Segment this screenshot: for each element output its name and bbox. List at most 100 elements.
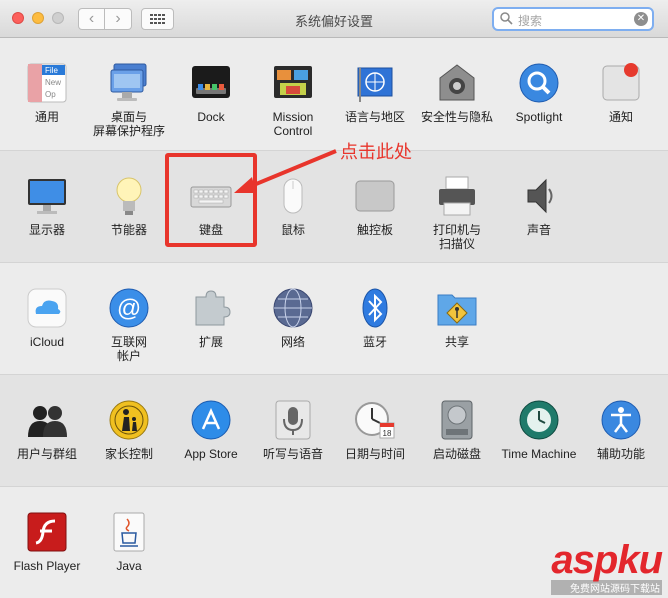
sound-icon <box>518 175 560 217</box>
pref-label: 日期与时间 <box>344 447 405 461</box>
pref-label: 桌面与 屏幕保护程序 <box>92 110 165 138</box>
pref-label: 用户与群组 <box>16 447 77 461</box>
pref-label: App Store <box>184 447 238 461</box>
pref-dictation-speech[interactable]: 听写与语音 <box>252 399 334 461</box>
pref-label: Flash Player <box>13 559 81 573</box>
pref-accessibility[interactable]: 辅助功能 <box>580 399 662 461</box>
dictation-speech-icon <box>272 399 314 441</box>
general-icon-new: New <box>45 78 61 87</box>
pref-label: 共享 <box>444 335 469 349</box>
pref-label: Spotlight <box>515 110 563 124</box>
printers-scanners-icon <box>436 175 478 217</box>
pref-label: 互联网 帐户 <box>110 335 147 363</box>
pref-label: 扩展 <box>198 335 223 349</box>
pref-sharing[interactable]: 共享 <box>416 287 498 349</box>
pref-label: 网络 <box>280 335 305 349</box>
pref-label: 语言与地区 <box>344 110 405 124</box>
title-bar: ‹ › 系统偏好设置 搜索 ✕ <box>0 0 668 38</box>
pref-app-store[interactable]: App Store <box>170 399 252 461</box>
general-icon-open: Op <box>45 90 56 99</box>
pref-label: 家长控制 <box>104 447 153 461</box>
pref-parental-controls[interactable]: 家长控制 <box>88 399 170 461</box>
section-system: 用户与群组 家长控制 App Store 听写与语音 18 日期与时间 启动磁盘… <box>0 374 668 486</box>
pref-label: 通用 <box>34 110 59 124</box>
search-icon <box>500 12 513 25</box>
security-privacy-icon <box>436 62 478 104</box>
startup-disk-icon <box>436 399 478 441</box>
pref-spotlight[interactable]: Spotlight <box>498 62 580 124</box>
calendar-day: 18 <box>383 429 392 438</box>
icloud-icon <box>26 287 68 329</box>
pref-label: Java <box>116 559 142 573</box>
pref-internet-accounts[interactable]: @ 互联网 帐户 <box>88 287 170 363</box>
pref-mission-control[interactable]: Mission Control <box>252 62 334 138</box>
watermark-main: aspku <box>551 538 663 582</box>
flash-player-icon <box>26 511 68 553</box>
extensions-icon <box>190 287 232 329</box>
section-personal: File New Op 通用 桌面与 屏幕保护程序 Dock Mission C… <box>0 38 668 150</box>
pref-label: 启动磁盘 <box>432 447 481 461</box>
network-icon <box>272 287 314 329</box>
energy-saver-icon <box>108 175 150 217</box>
pref-label: iCloud <box>29 335 65 349</box>
pref-time-machine[interactable]: Time Machine <box>498 399 580 461</box>
notifications-icon <box>600 62 642 104</box>
pref-language-region[interactable]: 语言与地区 <box>334 62 416 124</box>
clear-search-icon[interactable]: ✕ <box>634 12 648 26</box>
pref-label: Time Machine <box>501 447 577 461</box>
pref-label: Dock <box>197 110 225 124</box>
parental-controls-icon <box>108 399 150 441</box>
pref-dock[interactable]: Dock <box>170 62 252 124</box>
pref-general[interactable]: File New Op 通用 <box>6 62 88 124</box>
pref-label: 声音 <box>526 223 551 237</box>
date-time-icon: 18 <box>354 399 396 441</box>
watermark-logo: aspku 免费网站源码下载站 <box>551 538 663 595</box>
pref-security-privacy[interactable]: 安全性与隐私 <box>416 62 498 124</box>
pref-label: 节能器 <box>110 223 147 237</box>
desktop-screensaver-icon <box>108 62 150 104</box>
spotlight-icon <box>518 62 560 104</box>
pref-sound[interactable]: 声音 <box>498 175 580 237</box>
pref-printers-scanners[interactable]: 打印机与 扫描仪 <box>416 175 498 251</box>
pref-bluetooth[interactable]: 蓝牙 <box>334 287 416 349</box>
pref-date-time[interactable]: 18 日期与时间 <box>334 399 416 461</box>
pref-extensions[interactable]: 扩展 <box>170 287 252 349</box>
annotation-arrow-icon <box>234 149 337 193</box>
pref-notifications[interactable]: 通知 <box>580 62 662 124</box>
pref-label: 通知 <box>608 110 633 124</box>
sharing-icon <box>436 287 478 329</box>
search-placeholder: 搜索 <box>518 14 543 28</box>
pref-network[interactable]: 网络 <box>252 287 334 349</box>
general-icon-file: File <box>45 66 58 75</box>
pref-label: 听写与语音 <box>262 447 323 461</box>
pref-desktop-screensaver[interactable]: 桌面与 屏幕保护程序 <box>88 62 170 138</box>
pref-flash-player[interactable]: Flash Player <box>6 511 88 573</box>
pref-label: 蓝牙 <box>362 335 387 349</box>
section-internet: iCloud @ 互联网 帐户 扩展 网络 蓝牙 共享 <box>0 262 668 374</box>
general-icon: File New Op <box>26 62 68 104</box>
accessibility-icon <box>600 399 642 441</box>
pref-users-groups[interactable]: 用户与群组 <box>6 399 88 461</box>
language-region-icon <box>354 62 396 104</box>
app-store-icon <box>190 399 232 441</box>
search-field[interactable]: 搜索 ✕ <box>492 7 654 31</box>
pref-label: 显示器 <box>28 223 65 237</box>
internet-accounts-icon: @ <box>108 287 150 329</box>
pref-trackpad[interactable]: 触控板 <box>334 175 416 237</box>
displays-icon <box>26 175 68 217</box>
pref-icloud[interactable]: iCloud <box>6 287 88 349</box>
pref-displays[interactable]: 显示器 <box>6 175 88 237</box>
users-groups-icon <box>26 399 68 441</box>
bluetooth-icon <box>354 287 396 329</box>
time-machine-icon <box>518 399 560 441</box>
pref-label: 安全性与隐私 <box>420 110 493 124</box>
trackpad-icon <box>354 175 396 217</box>
pref-energy-saver[interactable]: 节能器 <box>88 175 170 237</box>
mission-control-icon <box>272 62 314 104</box>
annotation-text: 点击此处 <box>340 142 412 163</box>
pref-java[interactable]: Java <box>88 511 170 573</box>
pref-startup-disk[interactable]: 启动磁盘 <box>416 399 498 461</box>
svg-text:@: @ <box>117 295 141 322</box>
pref-label: 触控板 <box>356 223 393 237</box>
pref-label: 打印机与 扫描仪 <box>432 223 481 251</box>
